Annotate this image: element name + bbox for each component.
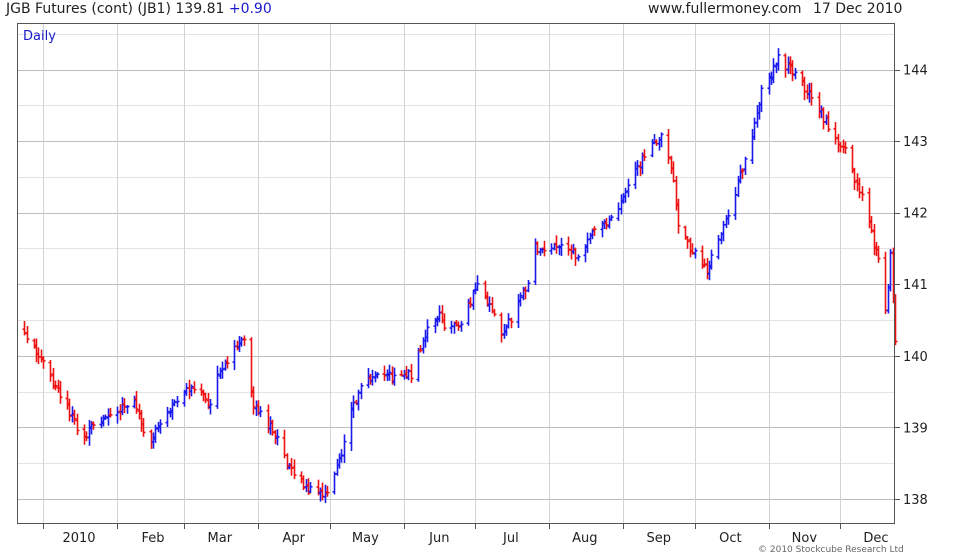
y-tick-label: 144 xyxy=(903,64,928,79)
y-tick-label: 140 xyxy=(903,350,928,365)
x-tick-label: Nov xyxy=(792,531,818,546)
price-chart: 2010 Feb Mar Apr May Jun Jul Aug Sep Oct Nov Dec 138… xyxy=(17,23,928,546)
x-tick-label: Mar xyxy=(208,531,233,546)
x-tick-label: Oct xyxy=(719,531,741,546)
y-tick-label: 142 xyxy=(903,207,928,222)
x-tick-label: May xyxy=(352,531,379,546)
y-tick-label: 139 xyxy=(903,421,928,436)
x-tick-label: Apr xyxy=(283,531,306,546)
x-tick-label: Jul xyxy=(502,531,519,546)
x-tick-label: Sep xyxy=(647,531,672,546)
x-tick-label: Feb xyxy=(141,531,164,546)
x-tick-label: Jun xyxy=(428,531,449,546)
x-tick-label: 2010 xyxy=(62,531,95,546)
period-label: Daily xyxy=(23,29,56,44)
x-tick-label: Dec xyxy=(863,531,888,546)
plot-area xyxy=(17,23,895,524)
x-tick-label: Aug xyxy=(572,531,597,546)
y-tick-label: 143 xyxy=(903,135,928,150)
y-tick-label: 141 xyxy=(903,278,928,293)
copyright-notice: © 2010 Stockcube Research Ltd xyxy=(758,545,904,555)
y-tick-label: 138 xyxy=(903,493,928,508)
